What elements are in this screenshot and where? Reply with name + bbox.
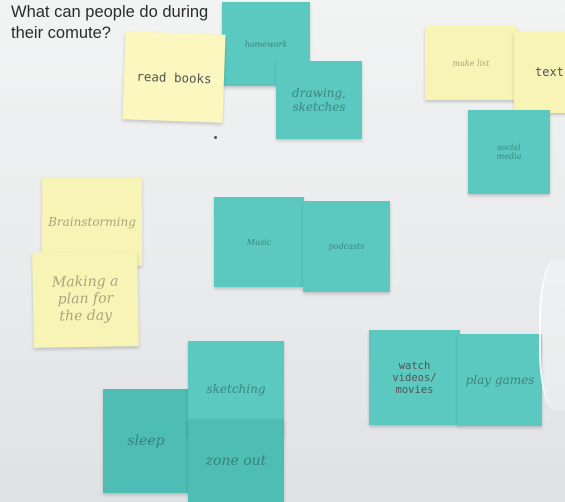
- note-text-text: text: [535, 65, 564, 79]
- sticky-note-podcasts: podcasts: [303, 201, 390, 292]
- note-text-homework: homework: [244, 39, 288, 49]
- note-text-sleep: sleep: [127, 433, 165, 449]
- sticky-note-read-books: read books: [122, 31, 226, 123]
- sticky-note-text: text: [514, 31, 565, 113]
- note-text-read-books: read books: [136, 68, 212, 86]
- sticky-note-sleep: sleep: [103, 389, 189, 493]
- note-text-brainstorming: Brainstorming: [48, 215, 136, 229]
- sticky-note-drawing-sketches: drawing, sketches: [276, 61, 362, 139]
- note-text-drawing-sketches: drawing, sketches: [292, 86, 346, 114]
- note-text-music: Music: [246, 237, 272, 247]
- sticky-note-music: Music: [214, 197, 304, 287]
- sticky-note-making-plan: Making a plan for the day: [32, 251, 139, 348]
- note-text-making-plan: Making a plan for the day: [51, 273, 119, 325]
- note-text-social-media: social media: [496, 143, 522, 161]
- note-text-podcasts: podcasts: [328, 242, 365, 251]
- note-text-watch-videos: watch videos/ movies: [392, 359, 437, 396]
- light-glare: [539, 260, 565, 410]
- sticky-note-watch-videos: watch videos/ movies: [369, 330, 460, 425]
- pin-mark: [214, 136, 217, 139]
- note-text-play-games: play games: [465, 373, 535, 387]
- note-text-sketching: sketching: [206, 382, 266, 396]
- sticky-note-make-list: make list: [425, 26, 517, 100]
- sticky-note-play-games: play games: [458, 334, 542, 426]
- sticky-note-social-media: social media: [468, 110, 550, 194]
- note-text-make-list: make list: [452, 58, 490, 68]
- note-text-zone-out: zone out: [205, 452, 267, 469]
- sticky-note-zone-out: zone out: [188, 419, 284, 502]
